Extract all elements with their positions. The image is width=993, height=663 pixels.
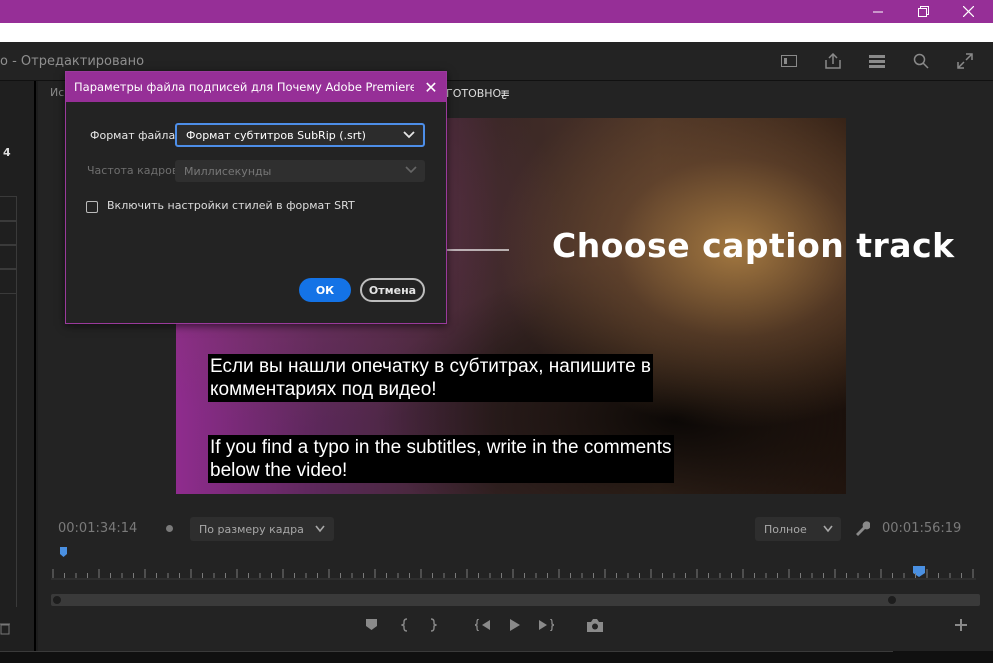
minimize-icon [873,11,883,12]
window-titlebar [0,0,993,23]
subtitle-line: below the video! [210,460,348,481]
plus-icon [955,619,967,631]
scroll-handle-right[interactable] [886,594,898,606]
scroll-handle-left[interactable] [51,594,63,606]
mark-in-icon [401,618,408,632]
settings-button[interactable] [854,520,871,540]
close-icon [962,6,974,17]
dialog-close-button[interactable]: ✕ [420,76,442,98]
search-icon [913,53,929,69]
frame-rate-label: Частота кадров: [87,164,183,177]
in-point-marker-icon[interactable] [60,547,68,558]
subtitle-line: Если вы нашли опечатку в субтитрах, напи… [210,356,652,377]
layers-icon [869,55,885,68]
caption-export-dialog: Параметры файла подписей для Почему Adob… [65,71,447,324]
divider [0,651,893,652]
style-checkbox[interactable] [86,201,98,213]
play-button[interactable] [505,616,523,634]
trash-icon [0,623,10,635]
mark-out-button[interactable] [424,616,442,634]
mark-in-button[interactable] [396,616,414,634]
list-area [0,293,17,607]
camera-icon [587,618,603,632]
chevron-down-icon [823,525,833,533]
frame-rate-select[interactable]: Миллисекунды [175,160,425,182]
window-close-button[interactable] [945,0,991,23]
panel-icon [781,55,797,67]
list-row[interactable] [0,268,17,294]
cancel-button[interactable]: Отмена [360,278,425,302]
format-select[interactable]: Формат субтитров SubRip (.srt) [175,123,425,147]
format-label: Формат файла: [90,129,179,142]
document-title: о - Отредактировано [0,54,145,69]
mark-out-icon [430,618,437,632]
chevron-down-icon [405,166,417,174]
marker-icon [365,619,377,630]
tab-program[interactable]: ГОТОВНО¿ [446,87,507,100]
duration-timecode: 00:01:56:19 [882,521,962,536]
quality-dropdown-value: Полное [764,522,807,536]
annotation-text: Choose caption track [552,226,955,265]
share-button[interactable] [821,50,845,72]
export-frame-button[interactable] [586,616,604,634]
fullscreen-button[interactable] [953,50,977,72]
trash-button[interactable] [0,620,10,639]
add-marker-button[interactable] [362,616,380,634]
play-icon [509,619,520,631]
tab-source[interactable]: Ис [50,86,64,99]
restore-button[interactable] [900,0,946,23]
list-row[interactable] [0,196,17,222]
current-timecode[interactable]: 00:01:34:14 [58,521,137,536]
quality-dropdown[interactable]: Полное [755,517,841,541]
add-button[interactable] [952,616,970,634]
subtitle-line: If you find a typo in the subtitles, wri… [210,437,672,458]
search-button[interactable] [909,50,933,72]
go-to-out-button[interactable] [537,616,555,634]
step-forward-icon [539,619,554,631]
menu-bar [0,23,993,42]
panel-count: 4 [3,146,11,159]
go-to-in-button[interactable] [474,616,492,634]
list-row[interactable] [0,220,17,246]
frame-rate-value: Миллисекунды [184,164,272,178]
subtitle-russian: Если вы нашли опечатку в субтитрах, напи… [208,354,654,402]
minimize-button[interactable] [855,0,901,23]
time-ruler[interactable] [51,566,976,580]
list-row[interactable] [0,244,17,270]
subtitle-line: комментариях под видео! [210,379,437,400]
tab-menu-icon[interactable]: ≡ [500,86,510,100]
close-icon: ✕ [424,77,438,97]
chevron-down-icon [403,131,415,139]
record-dot-icon [166,525,173,532]
chevron-down-icon [315,525,325,533]
subtitle-english: If you find a typo in the subtitles, wri… [208,435,674,483]
expand-icon [957,53,973,69]
restore-icon [917,6,929,17]
ok-button[interactable]: ОК [299,278,351,302]
zoom-scrollbar[interactable] [51,594,980,606]
format-value: Формат субтитров SubRip (.srt) [186,128,366,142]
share-icon [825,53,841,69]
fit-dropdown-value: По размеру кадра [199,522,304,536]
layers-button[interactable] [865,50,889,72]
panel-toggle-button[interactable] [777,50,801,72]
step-back-icon [475,619,490,631]
bottom-edge [0,651,993,663]
fit-dropdown[interactable]: По размеру кадра [190,517,334,541]
wrench-icon [856,521,871,536]
dialog-title: Параметры файла подписей для Почему Adob… [74,80,414,94]
style-checkbox-label[interactable]: Включить настройки стилей в формат SRT [107,199,355,212]
